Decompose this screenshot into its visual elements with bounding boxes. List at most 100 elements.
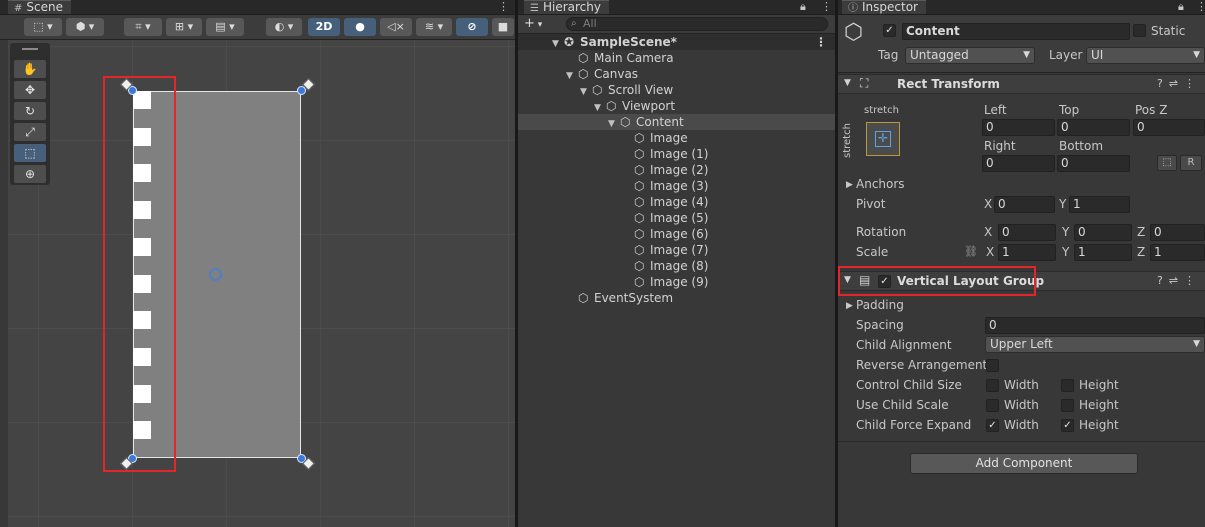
hierarchy-lock-icon[interactable]: 🔒︎ xyxy=(800,0,806,13)
effects-button[interactable]: ≋ ▾ xyxy=(416,18,452,36)
constrain-proportions-icon[interactable]: ⛓ xyxy=(964,244,978,259)
hierarchy-item[interactable]: ⬡ Image (1) xyxy=(518,146,835,162)
hierarchy-item[interactable]: ⬡ Image (9) xyxy=(518,274,835,290)
pivot-x-field[interactable]: 0 xyxy=(994,196,1055,213)
scale-y-field[interactable]: 1 xyxy=(1074,244,1132,261)
rotate-tool-button[interactable]: ↻ xyxy=(14,102,46,120)
hierarchy-item[interactable]: ⬡ Image (5) xyxy=(518,210,835,226)
scale-z-field[interactable]: 1 xyxy=(1150,244,1205,261)
bottom-field[interactable]: 0 xyxy=(1057,155,1130,172)
hierarchy-menu-icon[interactable]: ⋮ xyxy=(821,0,832,13)
component-menu-icon[interactable]: ⋮ xyxy=(1184,274,1201,287)
image-cell[interactable] xyxy=(133,421,151,440)
right-field[interactable]: 0 xyxy=(982,155,1055,172)
hierarchy-item[interactable]: ⬡ Image (6) xyxy=(518,226,835,242)
image-cell[interactable] xyxy=(133,237,151,256)
scale-tool-button[interactable]: ⤢ xyxy=(14,123,46,141)
vertical-layout-group-header[interactable]: ▼ ▤ ✓ Vertical Layout Group ?⇌⋮ xyxy=(838,271,1205,291)
inspector-lock-icon[interactable]: 🔒︎ xyxy=(1178,0,1184,13)
control-width-checkbox[interactable] xyxy=(986,379,999,392)
anchors-label[interactable]: Anchors xyxy=(856,177,905,192)
hierarchy-item[interactable]: ▼ ⬡ Scroll View xyxy=(518,82,835,98)
padding-label[interactable]: Padding xyxy=(856,298,904,313)
rect-transform-header[interactable]: ▼ ⛶ Rect Transform ?⇌⋮ xyxy=(838,74,1205,94)
rotation-z-field[interactable]: 0 xyxy=(1150,224,1205,241)
image-cell[interactable] xyxy=(133,201,151,220)
image-cell[interactable] xyxy=(133,311,151,330)
image-cell[interactable] xyxy=(133,164,151,183)
hierarchy-item[interactable]: ▼ ⬡ Canvas xyxy=(518,66,835,82)
scale-width-checkbox[interactable] xyxy=(986,399,999,412)
shading-mode-button[interactable]: ◐ ▾ xyxy=(266,18,302,36)
add-component-button[interactable]: Add Component xyxy=(910,453,1138,474)
scene-overlay-button[interactable]: ▤ ▾ xyxy=(206,18,244,36)
blueprint-mode-button[interactable]: ⬚ xyxy=(1157,155,1177,171)
expand-width-checkbox[interactable]: ✓ xyxy=(986,419,999,432)
preset-icon[interactable]: ⇌ xyxy=(1169,274,1184,287)
left-field[interactable]: 0 xyxy=(982,119,1055,136)
hierarchy-item[interactable]: ⬡ Main Camera xyxy=(518,50,835,66)
palette-grip[interactable] xyxy=(22,48,38,50)
anchor-presets-button[interactable]: ✛ xyxy=(866,122,900,156)
component-controls[interactable]: ?⇌⋮ xyxy=(1157,274,1201,287)
layer-dropdown[interactable]: UI ▼ xyxy=(1086,47,1205,64)
lighting-toggle[interactable]: ● xyxy=(344,18,376,36)
grid-snap-button[interactable]: ⌗ ▾ xyxy=(124,18,162,36)
hierarchy-item[interactable]: ⬡ Image (8) xyxy=(518,258,835,274)
component-menu-icon[interactable]: ⋮ xyxy=(1184,77,1201,90)
static-checkbox[interactable] xyxy=(1133,24,1146,37)
scale-height-checkbox[interactable] xyxy=(1061,399,1074,412)
image-cell[interactable] xyxy=(133,274,151,293)
control-height-checkbox[interactable] xyxy=(1061,379,1074,392)
move-tool-button[interactable]: ✥ xyxy=(14,81,46,99)
child-alignment-dropdown[interactable]: Upper Left ▼ xyxy=(985,336,1205,353)
vertical-layout-enabled-checkbox[interactable]: ✓ xyxy=(878,275,891,288)
create-button[interactable]: + ▾ xyxy=(524,16,542,33)
mode-2d-button[interactable]: 2D xyxy=(308,18,340,36)
component-controls[interactable]: ?⇌⋮ xyxy=(1157,77,1201,90)
hierarchy-search-input[interactable]: ⌕ All xyxy=(566,17,828,31)
scene-tab[interactable]: # Scene xyxy=(8,0,71,14)
rotation-x-field[interactable]: 0 xyxy=(998,224,1056,241)
transform-tool-button[interactable]: ⊕ xyxy=(14,165,46,183)
hierarchy-scene-row[interactable]: ▼ ✪ SampleScene* ⋮ xyxy=(518,34,835,50)
visibility-toggle[interactable]: ⊘ xyxy=(456,18,488,36)
hierarchy-item[interactable]: ⬡ Image (4) xyxy=(518,194,835,210)
pivot-icon[interactable] xyxy=(209,268,222,281)
scene-menu-icon[interactable]: ⋮ xyxy=(815,34,827,50)
hierarchy-item[interactable]: ⬡ Image (2) xyxy=(518,162,835,178)
top-field[interactable]: 0 xyxy=(1057,119,1130,136)
hand-tool-button[interactable]: ✋ xyxy=(14,60,46,78)
scene-tab-menu-icon[interactable]: ⋮ xyxy=(498,0,509,13)
rect-tool-button[interactable]: ⬚ xyxy=(14,144,46,162)
rotation-y-field[interactable]: 0 xyxy=(1074,224,1132,241)
draw-mode-button[interactable]: ⬚ ▾ xyxy=(24,18,62,36)
active-checkbox[interactable]: ✓ xyxy=(883,24,896,37)
increment-snap-button[interactable]: ⊞ ▾ xyxy=(166,18,202,36)
anchors-foldout-icon[interactable]: ▶ xyxy=(846,178,853,193)
posz-field[interactable]: 0 xyxy=(1133,119,1205,136)
image-cell[interactable] xyxy=(133,384,151,403)
expand-height-checkbox[interactable]: ✓ xyxy=(1061,419,1074,432)
hierarchy-item[interactable]: ⬡ Image xyxy=(518,130,835,146)
pivot-y-field[interactable]: 1 xyxy=(1069,196,1130,213)
tag-dropdown[interactable]: Untagged ▼ xyxy=(905,47,1035,64)
padding-foldout-icon[interactable]: ▶ xyxy=(846,299,853,314)
hierarchy-item[interactable]: ▼ ⬡ Content xyxy=(518,114,835,130)
render-mode-button[interactable]: ⬢ ▾ xyxy=(66,18,104,36)
hierarchy-item[interactable]: ⬡ Image (3) xyxy=(518,178,835,194)
help-icon[interactable]: ? xyxy=(1157,274,1169,287)
spacing-field[interactable]: 0 xyxy=(985,317,1205,334)
scale-x-field[interactable]: 1 xyxy=(998,244,1056,261)
inspector-tab[interactable]: ⓘ Inspector xyxy=(842,0,926,14)
hierarchy-tab[interactable]: ☰ Hierarchy xyxy=(524,0,609,14)
reverse-arrangement-checkbox[interactable] xyxy=(986,359,999,372)
image-cell[interactable] xyxy=(133,127,151,146)
image-cell[interactable] xyxy=(133,91,151,109)
raw-edit-button[interactable]: R xyxy=(1180,155,1202,171)
hierarchy-item[interactable]: ⬡ Image (7) xyxy=(518,242,835,258)
audio-toggle[interactable]: ◁× xyxy=(380,18,412,36)
help-icon[interactable]: ? xyxy=(1157,77,1169,90)
camera-button[interactable]: ■ xyxy=(492,18,514,36)
inspector-menu-icon[interactable]: ⋮ xyxy=(1196,0,1205,13)
